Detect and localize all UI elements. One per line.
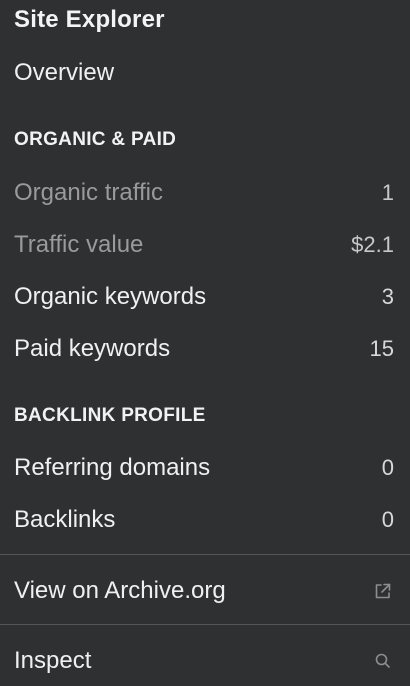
- overview-label: Overview: [14, 59, 115, 86]
- referring-domains-item[interactable]: Referring domains 0: [0, 442, 410, 494]
- inspect-item[interactable]: Inspect: [0, 635, 410, 686]
- backlinks-item[interactable]: Backlinks 0: [0, 494, 410, 546]
- traffic-value-label: Traffic value: [14, 231, 144, 258]
- external-link-icon: [372, 580, 394, 602]
- archive-link-label: View on Archive.org: [14, 577, 226, 604]
- paid-keywords-label: Paid keywords: [14, 335, 171, 362]
- referring-domains-value: 0: [381, 455, 394, 480]
- divider: [0, 554, 410, 555]
- backlinks-value: 0: [381, 507, 394, 532]
- menu-title: Site Explorer: [14, 6, 165, 33]
- section-backlink-profile: BACKLINK PROFILE: [14, 405, 206, 426]
- organic-keywords-value: 3: [381, 284, 394, 309]
- paid-keywords-item[interactable]: Paid keywords 15: [0, 323, 410, 375]
- inspect-label: Inspect: [14, 647, 92, 674]
- backlinks-label: Backlinks: [14, 506, 116, 533]
- paid-keywords-value: 15: [369, 336, 394, 361]
- organic-keywords-item[interactable]: Organic keywords 3: [0, 271, 410, 323]
- organic-keywords-label: Organic keywords: [14, 283, 207, 310]
- traffic-value-item[interactable]: Traffic value $2.1: [0, 219, 410, 271]
- site-explorer-menu: Site Explorer Overview ORGANIC & PAID Or…: [0, 0, 410, 686]
- referring-domains-label: Referring domains: [14, 454, 211, 481]
- organic-traffic-item[interactable]: Organic traffic 1: [0, 167, 410, 219]
- overview-item[interactable]: Overview: [0, 47, 410, 99]
- section-organic-paid: ORGANIC & PAID: [14, 129, 177, 150]
- organic-traffic-label: Organic traffic: [14, 179, 163, 206]
- traffic-value-value: $2.1: [351, 232, 394, 257]
- divider: [0, 624, 410, 625]
- search-icon: [372, 650, 394, 672]
- view-on-archive-link[interactable]: View on Archive.org: [0, 565, 410, 617]
- organic-traffic-value: 1: [381, 180, 394, 205]
